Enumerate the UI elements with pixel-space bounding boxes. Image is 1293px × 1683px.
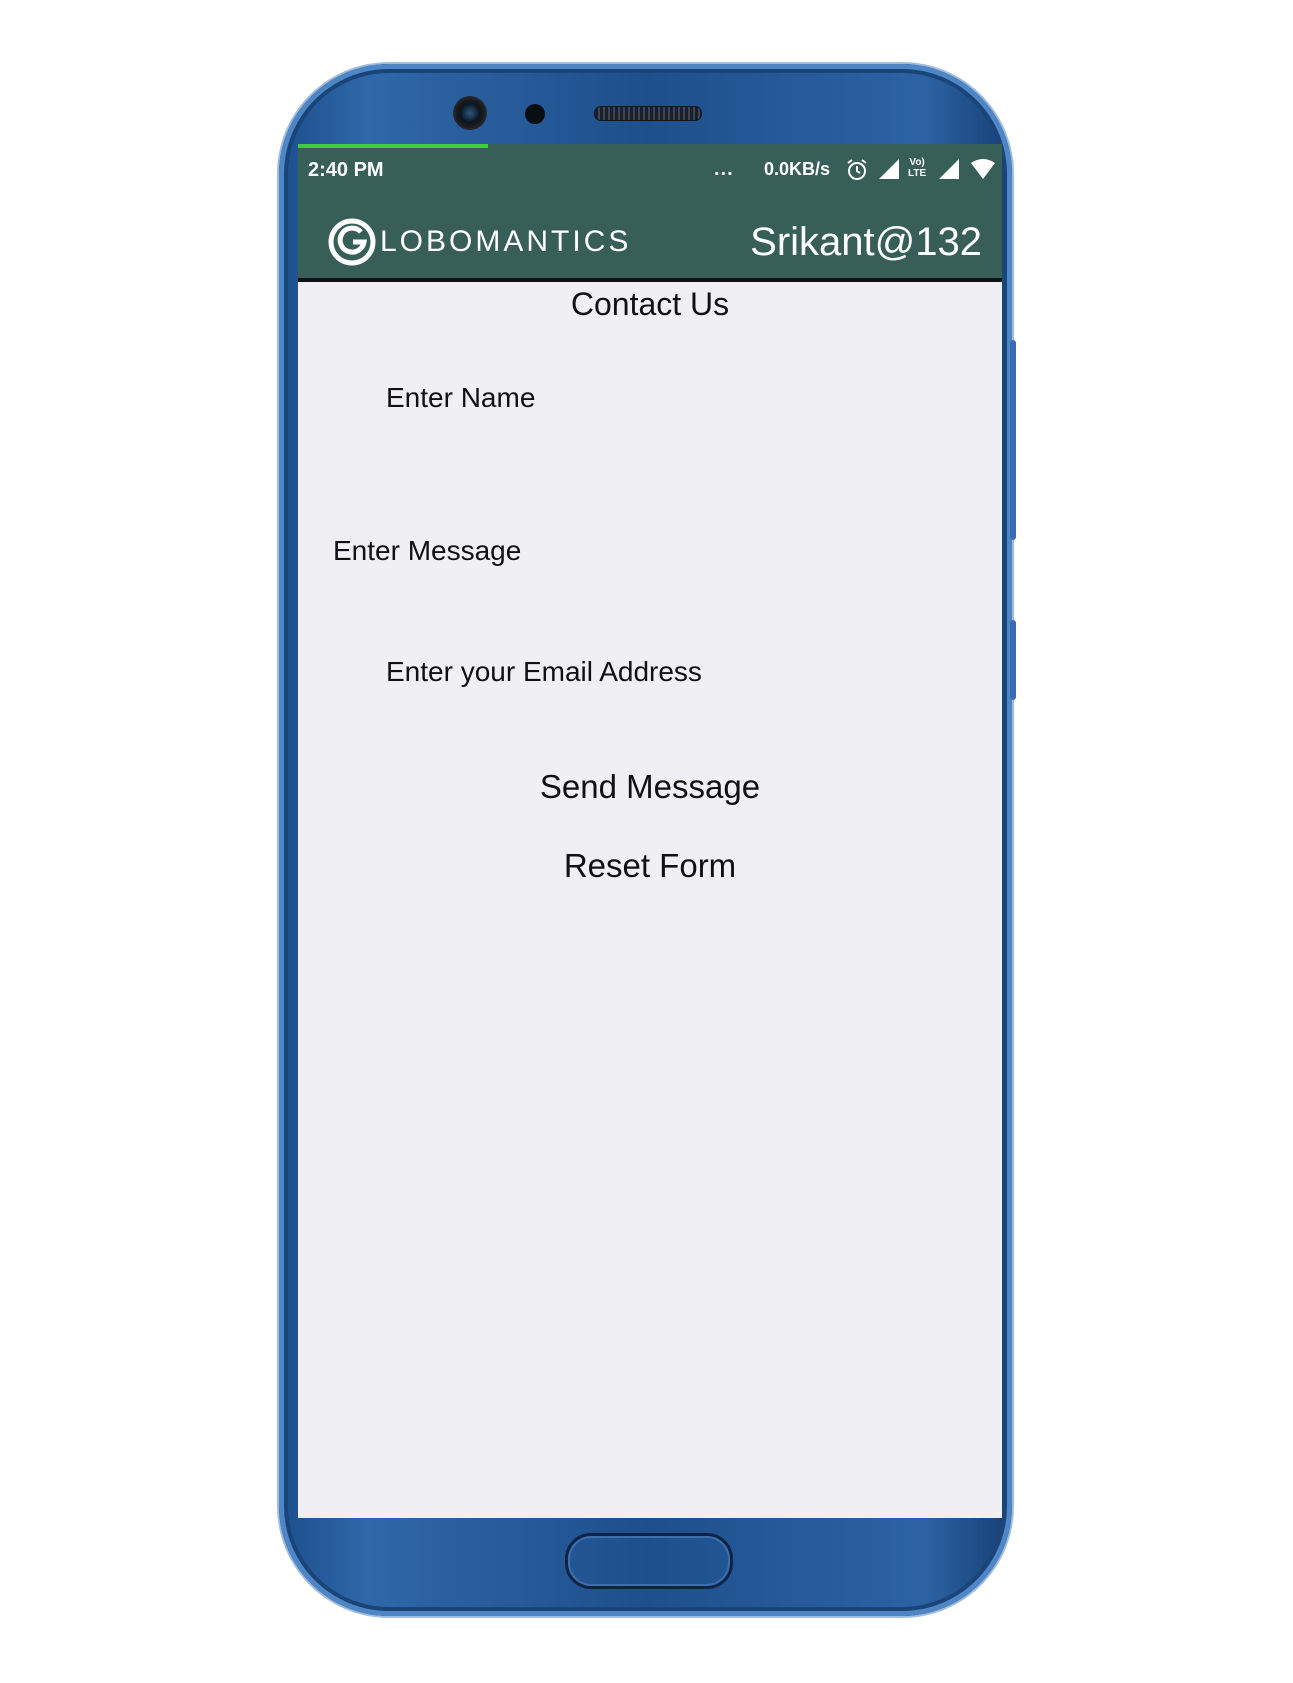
front-camera bbox=[453, 96, 487, 130]
volte-label-bottom: LTE bbox=[908, 168, 927, 179]
home-button[interactable] bbox=[565, 1533, 733, 1589]
email-input[interactable] bbox=[386, 656, 946, 688]
network-speed: 0.0KB/s bbox=[764, 159, 831, 179]
status-bar: 2:40 PM ... 0.0KB/s Vo) LTE bbox=[298, 144, 1002, 200]
proximity-sensor bbox=[525, 104, 545, 124]
power-button bbox=[1010, 620, 1016, 700]
message-input[interactable] bbox=[333, 535, 953, 575]
volte-icon: Vo) LTE bbox=[908, 157, 926, 179]
reset-form-button[interactable]: Reset Form bbox=[298, 847, 1002, 885]
page-load-progress bbox=[298, 144, 489, 148]
app-bar: LOBOMANTICS Srikant@132 bbox=[298, 200, 1002, 282]
notification-dots: ... bbox=[714, 158, 734, 180]
volume-button bbox=[1010, 340, 1016, 540]
name-input[interactable] bbox=[386, 382, 946, 414]
alarm-icon bbox=[847, 159, 867, 180]
send-message-button[interactable]: Send Message bbox=[298, 768, 1002, 806]
globomantics-logo[interactable]: LOBOMANTICS bbox=[328, 218, 631, 266]
earpiece-speaker bbox=[594, 106, 702, 121]
signal-icon bbox=[939, 159, 959, 179]
signal-icon bbox=[879, 159, 899, 179]
logo-text: LOBOMANTICS bbox=[380, 225, 632, 258]
logo-g-icon bbox=[328, 218, 376, 266]
username-label: Srikant@132 bbox=[750, 220, 982, 264]
volte-label-top: Vo) bbox=[909, 157, 925, 168]
wifi-icon bbox=[971, 159, 995, 179]
status-time: 2:40 PM bbox=[308, 159, 384, 181]
screen: 2:40 PM ... 0.0KB/s Vo) LTE LOBOMANTICS … bbox=[298, 144, 1002, 1518]
page-title: Contact Us bbox=[570, 286, 730, 322]
